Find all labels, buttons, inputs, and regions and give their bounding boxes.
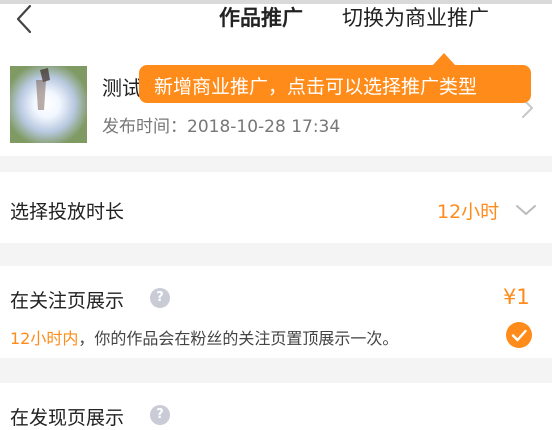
- follow-page-option-label: 在关注页展示: [10, 290, 125, 312]
- section-divider: [0, 358, 552, 383]
- page-title: 作品推广: [219, 6, 303, 30]
- help-icon[interactable]: ?: [150, 405, 170, 425]
- description-highlight: 12小时内: [10, 329, 79, 348]
- discover-page-option-label: 在发现页展示: [10, 407, 125, 429]
- section-divider: [0, 156, 552, 172]
- switch-to-business-tab[interactable]: 切换为商业推广: [342, 2, 489, 32]
- section-divider: [0, 243, 552, 266]
- chevron-down-icon[interactable]: [514, 201, 538, 219]
- follow-page-description: 12小时内，你的作品会在粉丝的关注页置顶展示一次。: [10, 325, 398, 349]
- tooltip-caret: [433, 53, 455, 65]
- back-icon[interactable]: [6, 4, 42, 34]
- check-icon[interactable]: [506, 322, 532, 348]
- follow-page-price: ¥1: [503, 285, 530, 309]
- work-thumbnail: [10, 66, 87, 143]
- description-text: ，你的作品会在粉丝的关注页置顶展示一次。: [78, 329, 399, 348]
- tooltip-text: 新增商业推广，点击可以选择推广类型: [154, 76, 478, 98]
- duration-value[interactable]: 12小时: [437, 197, 499, 224]
- duration-label: 选择投放时长: [10, 201, 125, 223]
- work-title: 测试: [102, 76, 142, 100]
- publish-time: 发布时间：2018-10-28 17:34: [102, 117, 341, 137]
- help-icon[interactable]: ?: [150, 288, 170, 308]
